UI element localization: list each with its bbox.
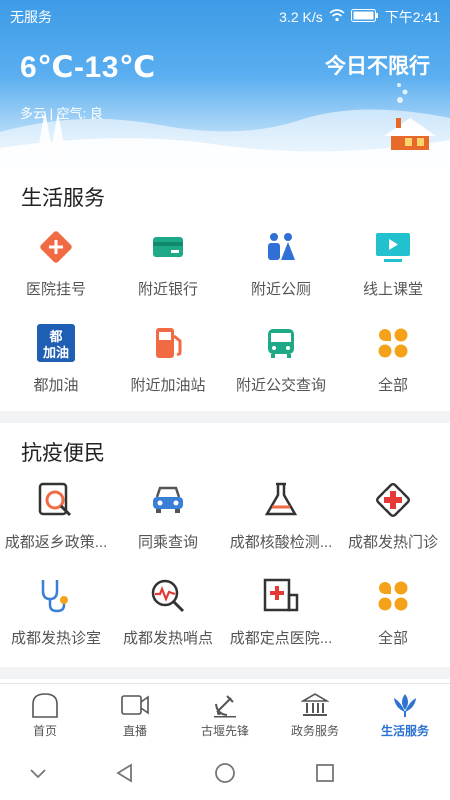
video-icon	[121, 695, 149, 715]
service-item-toilet[interactable]: 附近公厕	[225, 228, 337, 308]
medical-cross-icon	[376, 483, 410, 517]
service-item-co-passenger[interactable]: 同乘查询	[112, 481, 224, 561]
toilet-icon	[268, 233, 295, 260]
svg-text:加油: 加油	[42, 345, 69, 361]
lotus-icon	[394, 694, 416, 717]
traffic-restriction[interactable]: 今日不限行	[325, 50, 430, 80]
epidemic-services-card: 抗疫便民 成都返乡政策... 同乘查询 成都核酸检测... 成都发热门诊 成都发…	[0, 423, 450, 667]
section-title: 生活服务	[21, 187, 105, 210]
service-item-all[interactable]: 全部	[337, 324, 449, 404]
service-item-bank[interactable]: 附近银行	[112, 228, 224, 308]
tab-pioneer[interactable]: 古堰先锋	[180, 684, 270, 746]
online-class-icon	[376, 233, 410, 262]
pulse-search-icon	[151, 579, 185, 613]
carrier-text: 无服务	[10, 9, 52, 25]
service-item-nucleic-test[interactable]: 成都核酸检测...	[225, 481, 337, 561]
section-title: 抗疫便民	[21, 442, 105, 465]
network-speed: 3.2 K/s	[279, 9, 323, 25]
clock: 下午2:41	[384, 9, 440, 25]
all-icon	[378, 581, 408, 611]
service-item-return-policy[interactable]: 成都返乡政策...	[0, 481, 112, 561]
gas-station-icon	[156, 328, 182, 358]
service-item-all-epidemic[interactable]: 全部	[337, 577, 449, 657]
home-button-icon[interactable]	[213, 761, 237, 785]
wifi-icon	[329, 9, 345, 25]
status-bar: 无服务 3.2 K/s 下午2:41	[0, 0, 450, 32]
life-services-card: 生活服务 医院挂号 附近银行 附近公厕 线上课堂 都加油 都加油 附近加油站 附…	[0, 168, 450, 411]
battery-icon	[350, 9, 379, 25]
flask-icon	[264, 482, 298, 516]
stethoscope-icon	[41, 580, 68, 613]
party-icon	[214, 695, 236, 718]
service-item-online-class[interactable]: 线上课堂	[337, 228, 449, 308]
tab-home[interactable]: 首页	[0, 684, 90, 746]
home-icon	[32, 693, 58, 718]
tab-government[interactable]: 政务服务	[270, 684, 360, 746]
bus-icon	[268, 329, 294, 358]
bank-card-icon	[153, 237, 183, 257]
government-icon	[301, 693, 329, 716]
system-navigation-bar	[0, 745, 450, 800]
service-item-fever-clinic[interactable]: 成都发热门诊	[337, 481, 449, 561]
service-item-du-refuel[interactable]: 都加油 都加油	[0, 324, 112, 404]
back-icon[interactable]	[113, 761, 137, 785]
service-item-designated-hospital[interactable]: 成都定点医院...	[225, 577, 337, 657]
tab-live[interactable]: 直播	[90, 684, 180, 746]
weather-description: 多云 | 空气: 良	[20, 106, 103, 121]
service-item-gas-station[interactable]: 附近加油站	[112, 324, 224, 404]
recent-apps-icon[interactable]	[313, 761, 337, 785]
du-refuel-icon: 都加油	[37, 324, 75, 362]
hospital-icon	[40, 231, 72, 263]
service-item-fever-room[interactable]: 成都发热诊室	[0, 577, 112, 657]
policy-search-icon	[38, 482, 72, 517]
hide-keyboard-icon[interactable]	[26, 761, 50, 785]
service-item-fever-sentinel[interactable]: 成都发热哨点	[112, 577, 224, 657]
service-item-hospital[interactable]: 医院挂号	[0, 228, 112, 308]
svg-text:都: 都	[48, 329, 62, 345]
temperature-range: 6℃-13℃	[20, 51, 156, 84]
weather-header: 无服务 3.2 K/s 下午2:41 6℃-13℃ 今日不限行 多云 | 空气:…	[0, 0, 450, 168]
bottom-tab-bar: 首页 直播 古堰先锋 政务服务 生活服务	[0, 683, 450, 745]
service-item-bus[interactable]: 附近公交查询	[225, 324, 337, 404]
car-icon	[153, 486, 183, 513]
tab-life-services[interactable]: 生活服务	[360, 684, 450, 746]
hospital-building-icon	[263, 578, 299, 612]
all-icon	[378, 328, 408, 358]
